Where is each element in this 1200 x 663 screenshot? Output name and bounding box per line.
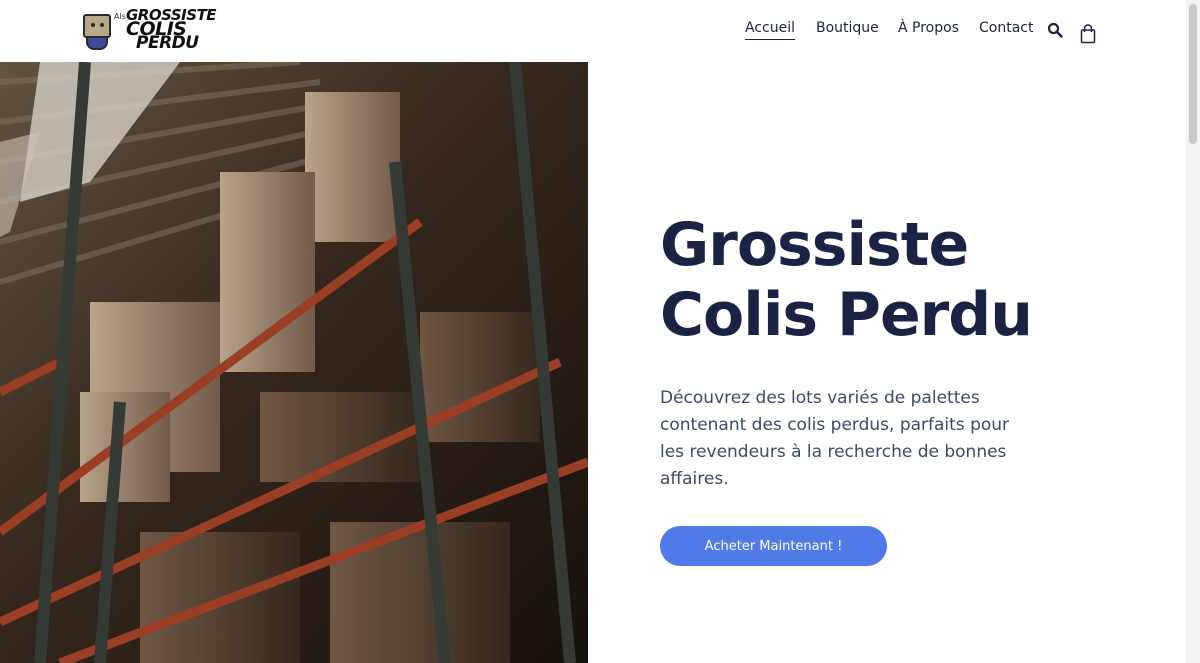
site-header: Als GROSSISTE COLIS PERDU Accueil Boutiq… [0, 0, 1200, 62]
scrollbar[interactable] [1186, 0, 1200, 663]
logo-tag: Als [114, 12, 126, 21]
buy-now-button[interactable]: Acheter Maintenant ! [660, 526, 887, 566]
site-logo[interactable]: Als GROSSISTE COLIS PERDU [80, 8, 246, 54]
nav-item-boutique[interactable]: Boutique [816, 20, 879, 36]
scrollbar-thumb[interactable] [1189, 4, 1197, 144]
nav-item-contact[interactable]: Contact [979, 20, 1033, 36]
logo-text: GROSSISTE COLIS PERDU [126, 6, 217, 53]
cart-icon[interactable] [1079, 24, 1097, 44]
hero-description: Découvrez des lots variés de palettes co… [660, 388, 1010, 489]
box-mascot-icon [80, 12, 116, 50]
nav-item-a-propos[interactable]: À Propos [898, 20, 959, 36]
search-icon[interactable] [1047, 22, 1063, 38]
nav-item-accueil[interactable]: Accueil [745, 20, 795, 40]
hero-image [0, 62, 588, 663]
hero-title: Grossiste Colis Perdu [660, 210, 1033, 350]
